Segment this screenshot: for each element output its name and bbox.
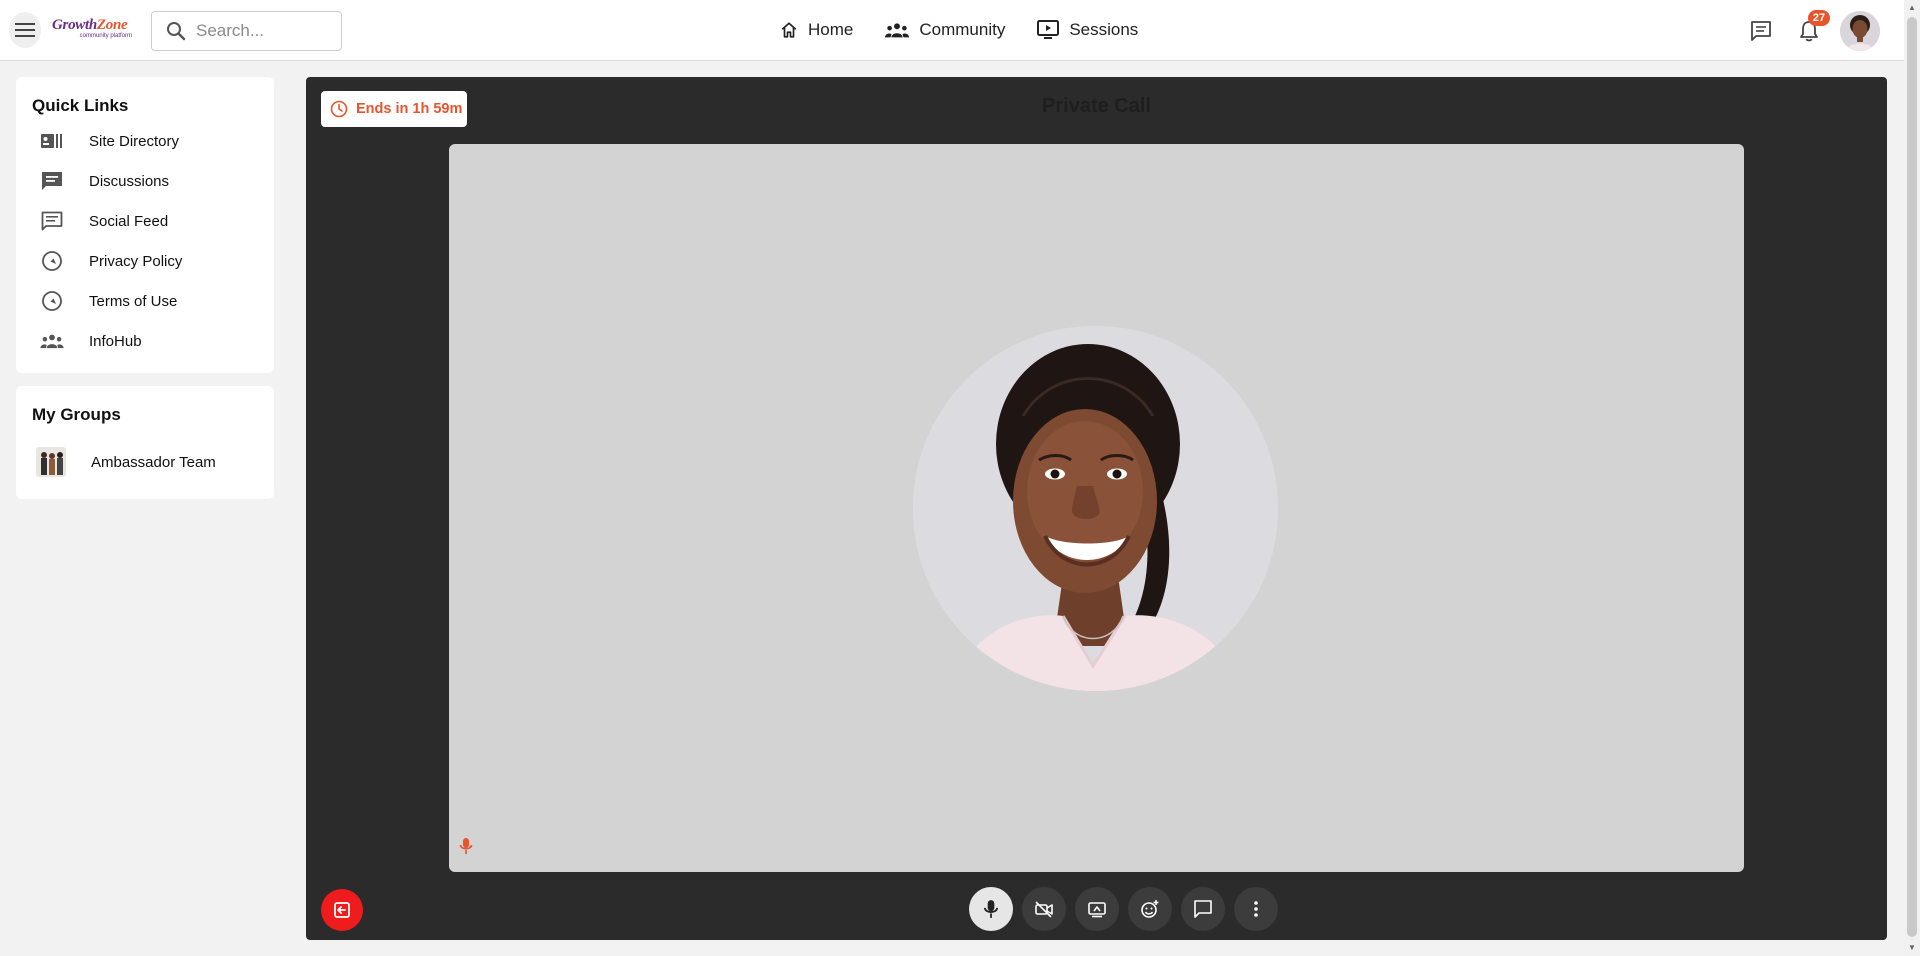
screen-share-button[interactable] xyxy=(1075,887,1119,931)
chat-icon xyxy=(1751,21,1771,41)
search-box[interactable] xyxy=(151,11,342,51)
group-photo-image xyxy=(36,447,66,477)
quick-link-infohub[interactable]: InfoHub xyxy=(16,321,274,361)
group-thumbnail xyxy=(36,447,66,477)
wrench-icon xyxy=(42,251,62,271)
participant-mic-indicator xyxy=(459,837,473,860)
video-call-panel: Private Call Ends in 1h 59m xyxy=(306,77,1887,940)
nav-home-label: Home xyxy=(808,20,854,39)
microphone-icon xyxy=(459,838,473,854)
more-vertical-icon xyxy=(1254,901,1258,917)
exit-icon xyxy=(334,902,350,918)
emoji-add-icon xyxy=(1141,900,1159,918)
camera-off-icon xyxy=(1035,901,1053,918)
quick-link-label: Terms of Use xyxy=(89,292,178,310)
group-label: Ambassador Team xyxy=(91,453,216,471)
reactions-button[interactable] xyxy=(1128,887,1172,931)
scrollbar-thumb[interactable] xyxy=(1907,17,1917,937)
nav-home[interactable]: Home xyxy=(780,14,853,46)
wrench-icon xyxy=(42,291,62,311)
feed-icon xyxy=(41,211,63,231)
screen-share-icon xyxy=(1088,902,1106,918)
call-controls xyxy=(969,887,1287,933)
more-options-button[interactable] xyxy=(1234,887,1278,931)
header-actions: 27 xyxy=(1734,10,1880,52)
quick-link-site-directory[interactable]: Site Directory xyxy=(16,121,274,161)
sessions-icon xyxy=(1037,20,1060,39)
quick-links-card: Quick Links Site Directory Discussions S… xyxy=(16,77,274,373)
quick-link-social-feed[interactable]: Social Feed xyxy=(16,201,274,241)
community-icon xyxy=(885,23,910,38)
quick-links-title: Quick Links xyxy=(32,96,129,115)
notification-badge: 27 xyxy=(1808,10,1830,26)
my-groups-card: My Groups Ambassador Team xyxy=(16,386,274,499)
avatar-image xyxy=(1840,11,1880,51)
nav-community-label: Community xyxy=(919,20,1006,39)
directory-icon xyxy=(41,134,62,148)
quick-link-label: Site Directory xyxy=(89,132,180,150)
group-icon xyxy=(40,334,64,349)
quick-link-label: Social Feed xyxy=(89,212,169,230)
group-item-ambassador-team[interactable]: Ambassador Team xyxy=(16,434,274,490)
quick-link-terms-of-use[interactable]: Terms of Use xyxy=(16,281,274,321)
chat-icon xyxy=(1194,900,1212,918)
notifications-button[interactable]: 27 xyxy=(1788,10,1830,52)
camera-toggle-button[interactable] xyxy=(1022,887,1066,931)
quick-link-label: InfoHub xyxy=(89,332,142,350)
scroll-up-arrow-icon[interactable]: ▲ xyxy=(1908,4,1916,12)
clock-icon xyxy=(330,100,348,118)
quick-link-label: Privacy Policy xyxy=(89,252,183,270)
discussion-icon xyxy=(42,172,62,190)
top-navigation-bar: GrowthZone community platform Home C xyxy=(0,0,1904,61)
nav-community[interactable]: Community xyxy=(885,14,1005,46)
quick-link-label: Discussions xyxy=(89,172,170,190)
participant-avatar xyxy=(913,326,1278,691)
search-icon xyxy=(167,22,186,41)
participant-photo-image xyxy=(913,326,1278,691)
session-timer: Ends in 1h 59m xyxy=(321,91,467,127)
call-title: Private Call xyxy=(1042,95,1151,117)
logo-brand: GrowthZone xyxy=(52,17,128,33)
growthzone-logo[interactable]: GrowthZone community platform xyxy=(52,18,136,44)
nav-sessions-label: Sessions xyxy=(1069,20,1139,39)
search-input[interactable] xyxy=(196,21,336,41)
timer-text: Ends in 1h 59m xyxy=(356,101,463,117)
participant-video-tile[interactable] xyxy=(449,144,1744,872)
microphone-icon xyxy=(984,900,998,918)
leave-call-button[interactable] xyxy=(321,889,363,931)
page-scrollbar[interactable]: ▲ ▼ xyxy=(1904,0,1920,956)
nav-sessions[interactable]: Sessions xyxy=(1037,14,1138,46)
messages-button[interactable] xyxy=(1740,10,1782,52)
user-avatar[interactable] xyxy=(1840,11,1880,51)
logo-tagline: community platform xyxy=(79,33,132,39)
microphone-toggle-button[interactable] xyxy=(969,887,1013,931)
quick-link-discussions[interactable]: Discussions xyxy=(16,161,274,201)
hamburger-icon xyxy=(15,23,35,37)
menu-button[interactable] xyxy=(9,12,41,48)
my-groups-title: My Groups xyxy=(32,405,121,424)
chat-toggle-button[interactable] xyxy=(1181,887,1225,931)
scroll-down-arrow-icon[interactable]: ▼ xyxy=(1908,944,1916,952)
main-navigation: Home Community Sessions xyxy=(780,14,1170,46)
quick-link-privacy-policy[interactable]: Privacy Policy xyxy=(16,241,274,281)
home-icon xyxy=(781,22,797,38)
